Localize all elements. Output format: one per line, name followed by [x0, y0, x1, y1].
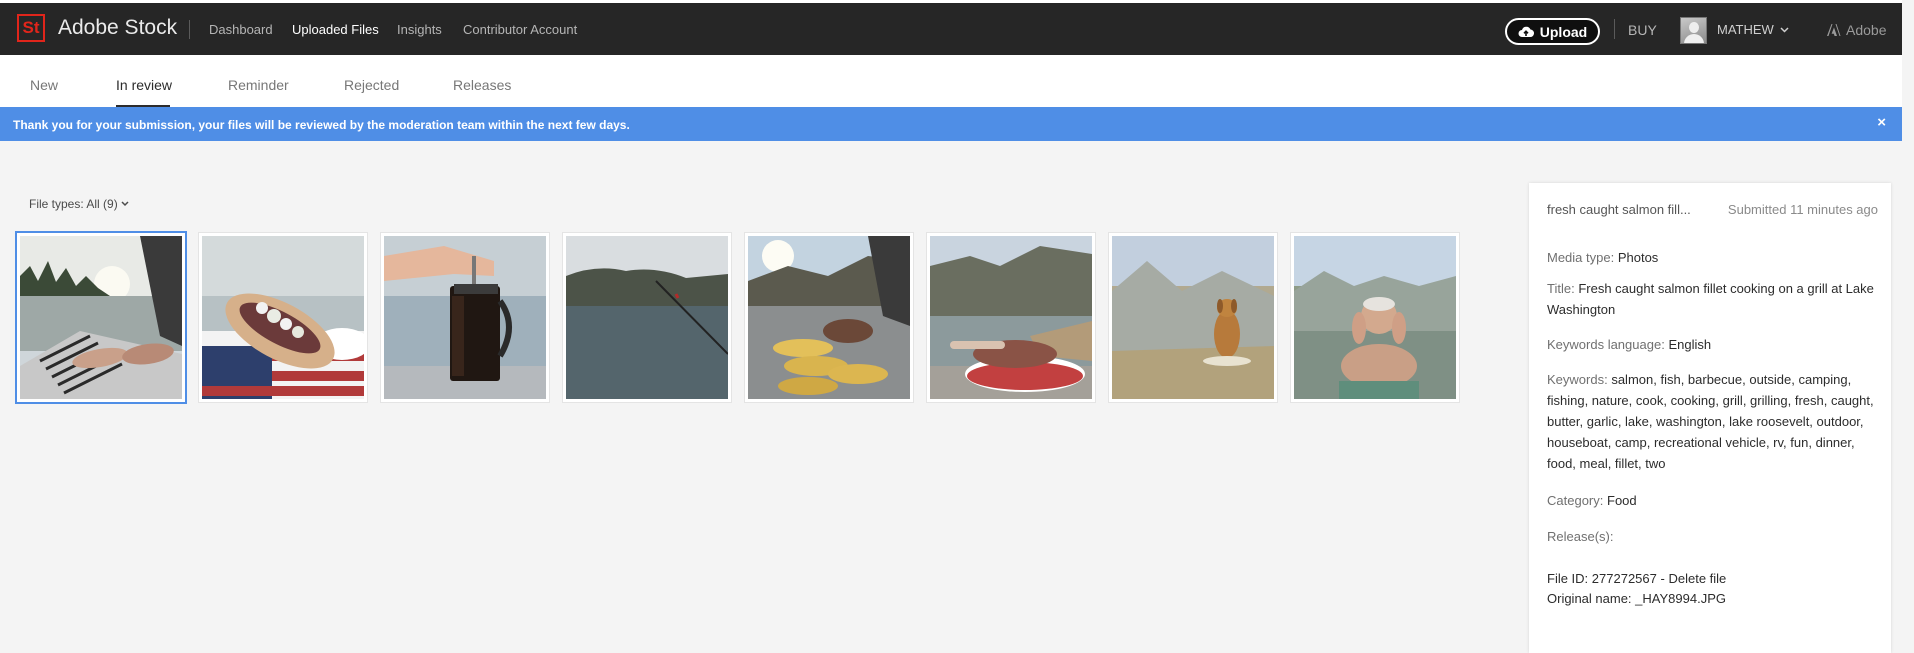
- photo-steak-on-plate: [930, 236, 1092, 399]
- file-id-row: File ID: 277272567 - Delete file: [1547, 571, 1727, 586]
- nav-dashboard[interactable]: Dashboard: [209, 22, 273, 37]
- file-id-label: File ID:: [1547, 571, 1589, 586]
- category-label: Category:: [1547, 493, 1604, 508]
- nav-insights[interactable]: Insights: [397, 22, 442, 37]
- title-value: Fresh caught salmon fillet cooking on a …: [1547, 281, 1874, 317]
- thumbnail-dog-in-lake[interactable]: [1109, 233, 1277, 402]
- tab-reminder[interactable]: Reminder: [228, 77, 289, 93]
- photo-lake-fishing-rod-image: [566, 236, 728, 399]
- brand-divider: [189, 20, 190, 39]
- thumbnail-french-press[interactable]: [381, 233, 549, 402]
- upload-label: Upload: [1539, 23, 1588, 40]
- photo-corn-on-grill-image: [748, 236, 910, 399]
- file-id-value: 277272567: [1591, 571, 1657, 586]
- keywords-language-label: Keywords language:: [1547, 337, 1665, 352]
- original-name-label: Original name:: [1547, 591, 1632, 606]
- thumbnail-man-in-lake[interactable]: [1291, 233, 1459, 402]
- file-type-filter-label: File types: All (9): [29, 197, 118, 211]
- status-tabs: New In review Reminder Rejected Releases: [0, 55, 1902, 108]
- tab-in-review[interactable]: In review: [116, 77, 172, 93]
- upload-button[interactable]: Upload: [1505, 18, 1600, 45]
- photo-french-press-image: [384, 236, 546, 399]
- submission-notice-banner: Thank you for your submission, your file…: [0, 107, 1902, 141]
- top-navigation-bar: St Adobe Stock Dashboard Uploaded Files …: [0, 3, 1902, 55]
- photo-lake-fishing-rod: [566, 236, 728, 399]
- nav-contributor-account[interactable]: Contributor Account: [463, 22, 577, 37]
- category-value: Food: [1607, 493, 1637, 508]
- photo-lake-grill-salmon-image: [20, 236, 182, 399]
- thumbnail-corn-on-grill[interactable]: [745, 233, 913, 402]
- photo-corn-on-grill: [748, 236, 910, 399]
- photo-hot-dog-flag-image: [202, 236, 364, 399]
- category-row: Category: Food: [1547, 490, 1877, 511]
- brand-name[interactable]: Adobe Stock: [58, 16, 177, 40]
- photo-steak-on-plate-image: [930, 236, 1092, 399]
- user-name: MATHEW: [1717, 22, 1774, 37]
- releases-label: Release(s):: [1547, 529, 1614, 544]
- keywords-language-row: Keywords language: English: [1547, 334, 1877, 355]
- photo-man-in-lake-image: [1294, 236, 1456, 399]
- thumbnail-steak-on-plate[interactable]: [927, 233, 1095, 402]
- file-type-filter[interactable]: File types: All (9): [29, 197, 129, 211]
- thumbnail-hot-dog-flag[interactable]: [199, 233, 367, 402]
- media-type-row: Media type: Photos: [1547, 247, 1877, 268]
- banner-message: Thank you for your submission, your file…: [13, 118, 630, 132]
- photo-dog-in-lake-image: [1112, 236, 1274, 399]
- file-short-title: fresh caught salmon fill...: [1547, 202, 1691, 217]
- submitted-time: Submitted 11 minutes ago: [1727, 202, 1878, 217]
- media-type-value: Photos: [1617, 250, 1659, 265]
- adobe-logo-icon: [1827, 24, 1841, 36]
- nav-uploaded-files[interactable]: Uploaded Files: [292, 22, 379, 37]
- photo-dog-in-lake: [1112, 236, 1274, 399]
- buy-link[interactable]: BUY: [1628, 22, 1657, 38]
- adobe-stock-logo[interactable]: St: [17, 14, 45, 42]
- user-menu[interactable]: MATHEW: [1717, 22, 1789, 37]
- original-name-value: _HAY8994.JPG: [1635, 591, 1726, 606]
- tab-releases[interactable]: Releases: [453, 77, 511, 93]
- original-name-row: Original name: _HAY8994.JPG: [1547, 588, 1877, 609]
- adobe-link[interactable]: Adobe: [1827, 22, 1886, 38]
- tab-new[interactable]: New: [30, 77, 58, 93]
- releases-row: Release(s):: [1547, 526, 1877, 547]
- keywords-label: Keywords:: [1547, 372, 1608, 387]
- close-icon[interactable]: ×: [1877, 114, 1886, 131]
- cloud-upload-icon: [1518, 26, 1534, 37]
- avatar[interactable]: [1680, 17, 1707, 44]
- keywords-language-value: English: [1668, 337, 1712, 352]
- photo-hot-dog-flag: [202, 236, 364, 399]
- thumbnail-lake-grill-salmon[interactable]: [17, 233, 185, 402]
- photo-lake-grill-salmon: [20, 236, 182, 399]
- keywords-row: Keywords: salmon, fish, barbecue, outsid…: [1547, 369, 1877, 474]
- title-label: Title:: [1547, 281, 1575, 296]
- title-row: Title: Fresh caught salmon fillet cookin…: [1547, 278, 1877, 320]
- tab-rejected[interactable]: Rejected: [344, 77, 399, 93]
- media-type-label: Media type:: [1547, 250, 1615, 265]
- chevron-down-icon: [1780, 26, 1789, 33]
- adobe-label: Adobe: [1846, 22, 1887, 38]
- upload-divider: [1614, 19, 1615, 39]
- thumbnail-lake-fishing-rod[interactable]: [563, 233, 731, 402]
- file-details-panel: fresh caught salmon fill... Submitted 11…: [1529, 183, 1891, 653]
- chevron-down-icon: [121, 201, 129, 207]
- photo-french-press: [384, 236, 546, 399]
- photo-man-in-lake: [1294, 236, 1456, 399]
- delete-file-link[interactable]: Delete file: [1668, 571, 1726, 586]
